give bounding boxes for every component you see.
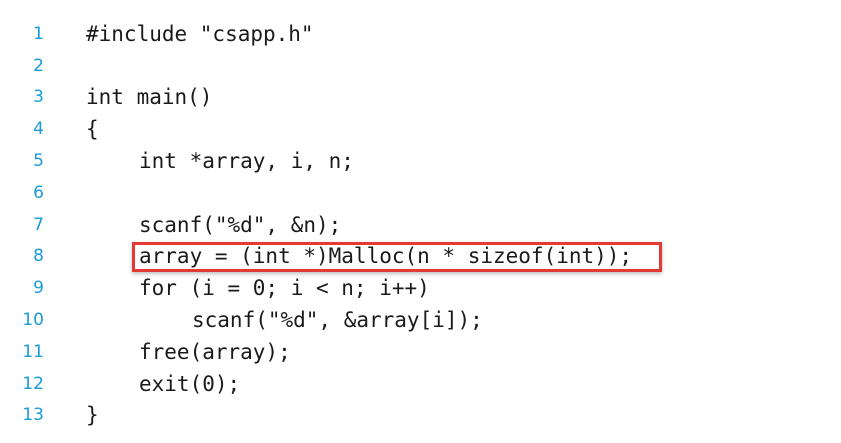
code-line-6: 6: [0, 177, 841, 209]
line-number: 12: [22, 373, 44, 394]
code-line-2: 2: [0, 50, 841, 82]
line-number: 3: [33, 87, 44, 108]
line-code: free(array);: [139, 339, 291, 364]
line-code: exit(0);: [139, 371, 241, 396]
line-number: 7: [33, 214, 44, 235]
code-line-5: 5 int *array, i, n;: [0, 145, 841, 177]
code-line-7: 7 scanf("%d", &n);: [0, 209, 841, 241]
line-number: 13: [22, 405, 44, 426]
code-line-11: 11 free(array);: [0, 336, 841, 368]
line-number: 2: [33, 55, 44, 76]
line-number: 11: [22, 341, 44, 362]
line-number: 6: [33, 182, 44, 203]
line-number: 1: [33, 23, 44, 44]
line-code: scanf("%d", &n);: [139, 212, 342, 237]
code-line-3: 3 int main(): [0, 82, 841, 114]
code-line-4: 4 {: [0, 113, 841, 145]
code-line-1: 1 #include "csapp.h": [0, 18, 841, 50]
line-code: #include "csapp.h": [86, 21, 314, 46]
code-line-8: 8 array = (int *)Malloc(n * sizeof(int))…: [0, 241, 841, 273]
code-listing: 1 #include "csapp.h" 2 3 int main() 4 { …: [0, 18, 841, 431]
line-code: {: [86, 117, 99, 142]
highlighted-line-code: array = (int *)Malloc(n * sizeof(int));: [139, 244, 633, 269]
line-code: }: [86, 403, 99, 428]
line-code: for (i = 0; i < n; i++): [139, 276, 430, 301]
line-number: 4: [33, 119, 44, 140]
line-number: 5: [33, 151, 44, 172]
line-code: int *array, i, n;: [139, 149, 354, 174]
code-line-12: 12 exit(0);: [0, 368, 841, 400]
code-line-13: 13 }: [0, 400, 841, 432]
line-number: 10: [22, 310, 44, 331]
line-code: scanf("%d", &array[i]);: [192, 308, 483, 333]
code-line-10: 10 scanf("%d", &array[i]);: [0, 304, 841, 336]
line-number: 8: [33, 246, 44, 267]
code-line-9: 9 for (i = 0; i < n; i++): [0, 272, 841, 304]
line-number: 9: [33, 278, 44, 299]
line-code: int main(): [86, 85, 213, 110]
